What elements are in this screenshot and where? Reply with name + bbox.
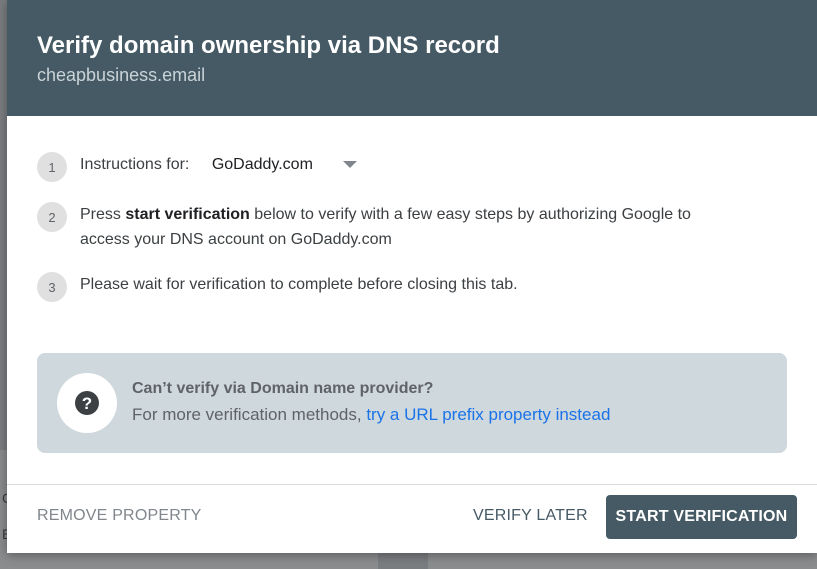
info-description-text: For more verification methods, (132, 405, 367, 424)
step-number: 2 (37, 202, 67, 232)
provider-select[interactable]: GoDaddy.com (212, 152, 357, 177)
dialog-title: Verify domain ownership via DNS record (37, 32, 500, 59)
step-text-bold: start verification (125, 206, 250, 223)
provider-select-value: GoDaddy.com (211, 156, 313, 173)
instructions-label: Instructions for: (80, 156, 190, 173)
dialog-subtitle: cheapbusiness.email (37, 65, 206, 85)
verify-domain-dialog: Verify domain ownership via DNS record c… (7, 0, 817, 553)
step-2: 2 Press start verification below to veri… (37, 202, 737, 252)
info-description: For more verification methods, try a URL… (132, 405, 610, 425)
dropdown-caret-icon (342, 161, 357, 168)
step-text: Instructions for: GoDaddy.com (80, 152, 357, 177)
verify-later-button[interactable]: VERIFY LATER (473, 507, 588, 525)
step-1: 1 Instructions for: GoDaddy.com (37, 152, 357, 182)
info-title: Can’t verify via Domain name provider? (132, 380, 434, 397)
dialog-header: Verify domain ownership via DNS record c… (7, 0, 817, 116)
url-prefix-link[interactable]: try a URL prefix property instead (366, 405, 610, 424)
dialog-footer: REMOVE PROPERTY VERIFY LATER START VERIF… (7, 484, 817, 553)
start-verification-button[interactable]: START VERIFICATION (606, 495, 797, 539)
help-icon: ? (75, 391, 99, 415)
step-text: Please wait for verification to complete… (80, 276, 518, 293)
step-number: 1 (37, 152, 67, 182)
step-text: Press start verification below to verify… (80, 202, 737, 252)
remove-property-button[interactable]: REMOVE PROPERTY (37, 507, 202, 525)
step-text-prefix: Press (80, 206, 126, 223)
alternative-verification-box: ? Can’t verify via Domain name provider?… (37, 353, 787, 453)
step-3: 3 Please wait for verification to comple… (37, 272, 518, 302)
help-icon-container: ? (57, 373, 117, 433)
step-number: 3 (37, 272, 67, 302)
